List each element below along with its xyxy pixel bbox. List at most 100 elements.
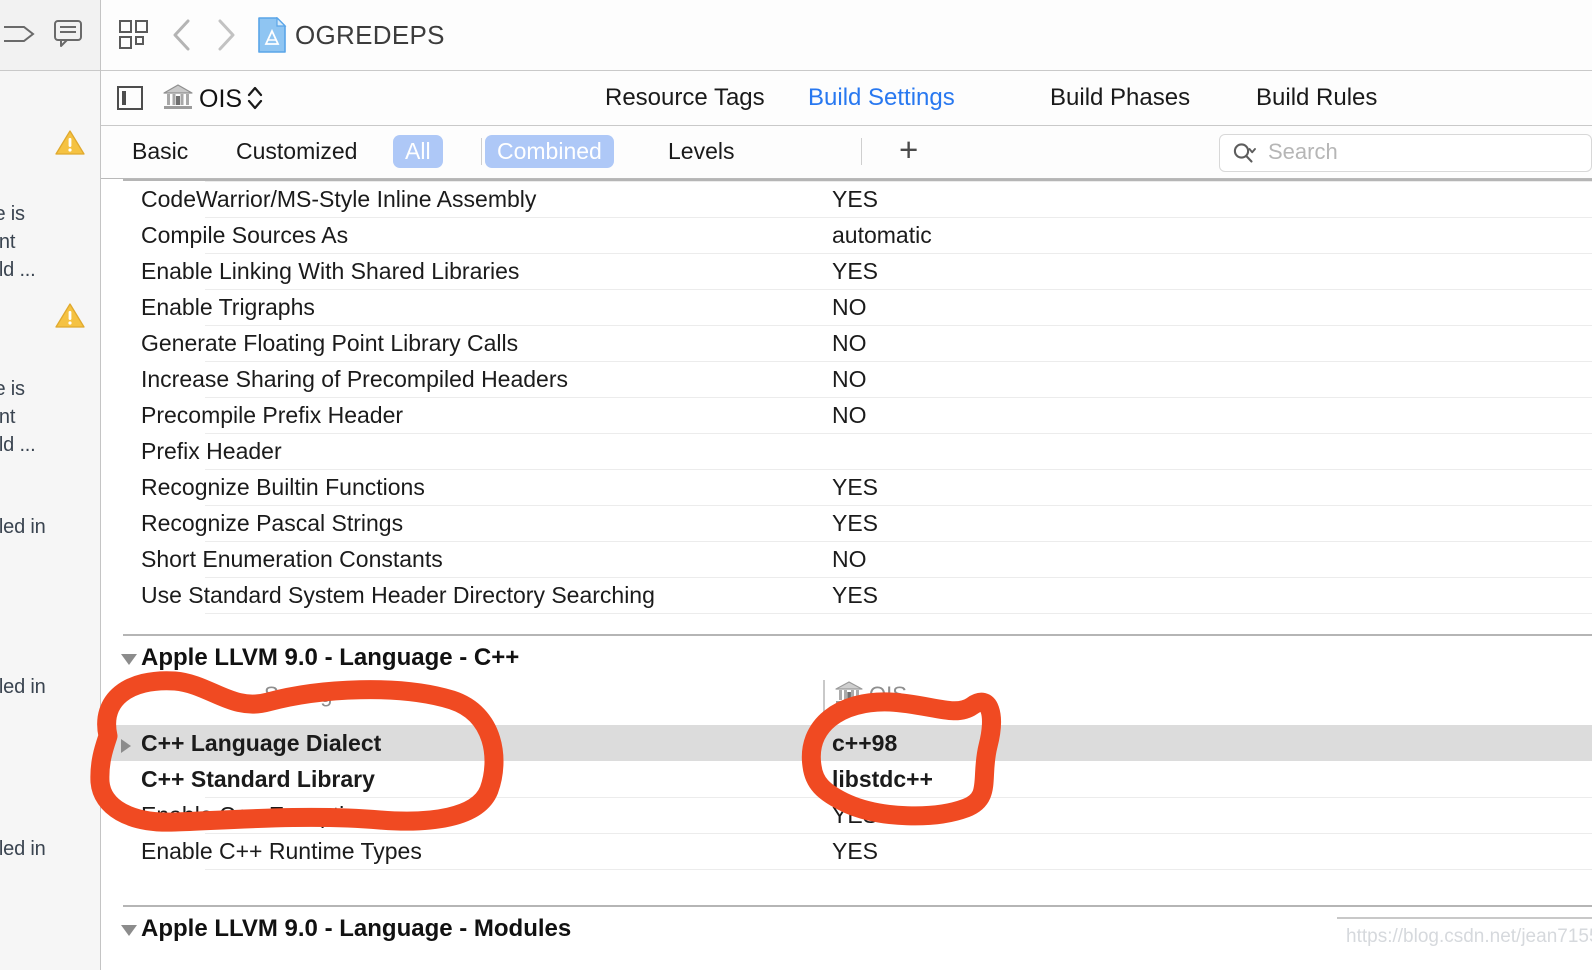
setting-name: Enable Trigraphs [141, 294, 315, 320]
build-settings-table[interactable]: CodeWarrior/MS-Style Inline Assembly YES… [101, 179, 1592, 970]
comment-bubble-icon[interactable] [52, 18, 84, 48]
disclosure-triangle-down-icon[interactable] [121, 654, 137, 665]
setting-value[interactable]: YES [832, 186, 878, 213]
navigator-issue-text: dled in [0, 676, 46, 698]
filter-combined[interactable]: Combined [485, 135, 614, 168]
bank-library-icon [835, 680, 863, 706]
filter-separator [481, 138, 482, 165]
row-separator [205, 469, 1592, 470]
setting-name: C++ Standard Library [141, 766, 375, 792]
navigator-strip: re is ent uld ... re is ent uld ... dled… [0, 0, 101, 970]
grid-layout-icon[interactable] [119, 20, 149, 50]
setting-name: Use Standard System Header Directory Sea… [141, 582, 655, 608]
setting-value[interactable]: YES [832, 582, 878, 609]
setting-name: Recognize Builtin Functions [141, 474, 425, 500]
chevron-right-icon[interactable] [213, 16, 239, 54]
arrow-tag-icon[interactable] [0, 22, 38, 46]
table-row[interactable]: Prefix Header [101, 433, 1592, 469]
target-selector-label[interactable]: OIS [199, 85, 242, 114]
table-row[interactable]: Use Standard System Header Directory Sea… [101, 577, 1592, 613]
filter-customized[interactable]: Customized [224, 135, 369, 168]
table-row[interactable]: Compile Sources As automatic [101, 217, 1592, 253]
row-separator [205, 797, 1592, 798]
setting-name: C++ Language Dialect [141, 730, 382, 756]
section-rule [123, 905, 1592, 907]
table-row[interactable]: Short Enumeration Constants NO [101, 541, 1592, 577]
setting-value[interactable]: NO [832, 402, 867, 429]
table-row[interactable]: CodeWarrior/MS-Style Inline Assembly YES [101, 181, 1592, 217]
setting-name: Prefix Header [141, 438, 282, 464]
table-row[interactable]: Increase Sharing of Precompiled Headers … [101, 361, 1592, 397]
xcode-build-settings-window: re is ent uld ... re is ent uld ... dled… [0, 0, 1592, 970]
filter-levels[interactable]: Levels [656, 135, 746, 168]
setting-value[interactable]: automatic [832, 222, 932, 249]
table-row[interactable]: Enable Linking With Shared Libraries YES [101, 253, 1592, 289]
row-separator [205, 433, 1592, 434]
tab-build-rules[interactable]: Build Rules [1256, 84, 1377, 112]
setting-value[interactable]: YES [832, 802, 878, 829]
editor-tab-bar: OIS Resource Tags Build Settings Build P… [101, 71, 1592, 126]
tab-build-phases[interactable]: Build Phases [1050, 84, 1190, 112]
tab-resource-tags[interactable]: Resource Tags [605, 84, 765, 112]
watermark-rule [1337, 917, 1592, 919]
watermark-text: https://blog.csdn.net/jean7155 [1346, 926, 1592, 947]
row-separator [205, 541, 1592, 542]
table-row[interactable]: Recognize Pascal Strings YES [101, 505, 1592, 541]
setting-name: Enable Linking With Shared Libraries [141, 258, 520, 284]
setting-name: CodeWarrior/MS-Style Inline Assembly [141, 186, 537, 212]
setting-value[interactable]: NO [832, 546, 867, 573]
table-row-cpp-standard-library[interactable]: C++ Standard Library libstdc++ [101, 761, 1592, 797]
table-row[interactable]: Enable Trigraphs NO [101, 289, 1592, 325]
navigator-issue-text: re is ent uld ... [0, 378, 36, 456]
setting-value[interactable]: NO [832, 366, 867, 393]
section-header-language-cpp[interactable]: Apple LLVM 9.0 - Language - C++ [101, 634, 1592, 680]
warning-triangle-icon [55, 129, 85, 156]
warning-triangle-icon [55, 302, 85, 329]
setting-value[interactable]: YES [832, 838, 878, 865]
table-row[interactable]: Enable C++ Exceptions YES [101, 797, 1592, 833]
column-divider [823, 680, 825, 712]
table-row[interactable]: Generate Floating Point Library Calls NO [101, 325, 1592, 361]
tab-build-settings[interactable]: Build Settings [808, 84, 955, 112]
setting-value[interactable]: YES [832, 510, 878, 537]
table-row[interactable]: Precompile Prefix Header NO [101, 397, 1592, 433]
setting-value[interactable]: NO [832, 330, 867, 357]
disclosure-triangle-down-icon[interactable] [121, 925, 137, 936]
section-rule [123, 634, 1592, 636]
search-placeholder: Search [1268, 139, 1338, 164]
table-row[interactable]: Enable C++ Runtime Types YES [101, 833, 1592, 869]
xcode-project-file-icon [257, 16, 287, 53]
table-row[interactable]: Recognize Builtin Functions YES [101, 469, 1592, 505]
navigator-issue-text: dled in [0, 838, 46, 860]
row-separator [205, 869, 1592, 870]
filter-separator [861, 138, 862, 165]
setting-value[interactable]: YES [832, 258, 878, 285]
setting-value[interactable]: libstdc++ [832, 766, 933, 793]
chevron-left-icon[interactable] [169, 16, 195, 54]
filter-basic[interactable]: Basic [120, 135, 200, 168]
jump-bar: OGREDEPS [101, 0, 1592, 71]
setting-value[interactable]: c++98 [832, 730, 897, 757]
disclosure-triangle-right-icon[interactable] [121, 739, 131, 753]
setting-value[interactable]: NO [832, 294, 867, 321]
chevron-up-down-icon[interactable] [247, 85, 263, 111]
navigator-issue-list: re is ent uld ... re is ent uld ... dled… [0, 71, 100, 970]
add-user-defined-setting-button[interactable]: + [899, 132, 918, 168]
breadcrumb-project-name[interactable]: OGREDEPS [295, 20, 445, 51]
row-separator [205, 217, 1592, 218]
navigator-issue-text: dled in [0, 516, 46, 538]
table-column-headers: Setting OIS [101, 680, 1592, 714]
setting-name: Increase Sharing of Precompiled Headers [141, 366, 569, 392]
sidebar-toggle-icon[interactable] [117, 86, 143, 110]
search-field[interactable]: Search [1219, 134, 1592, 172]
row-separator [205, 325, 1592, 326]
setting-value[interactable]: YES [832, 474, 878, 501]
navigator-strip-header [0, 0, 100, 71]
section-title: Apple LLVM 9.0 - Language - C++ [141, 644, 520, 671]
filter-all[interactable]: All [393, 135, 443, 168]
setting-name: Compile Sources As [141, 222, 349, 248]
magnifying-glass-icon[interactable] [1232, 141, 1258, 165]
row-separator [205, 397, 1592, 398]
table-row-cpp-language-dialect[interactable]: C++ Language Dialect c++98 [101, 725, 1592, 761]
navigator-issue-text: re is ent uld ... [0, 203, 36, 281]
